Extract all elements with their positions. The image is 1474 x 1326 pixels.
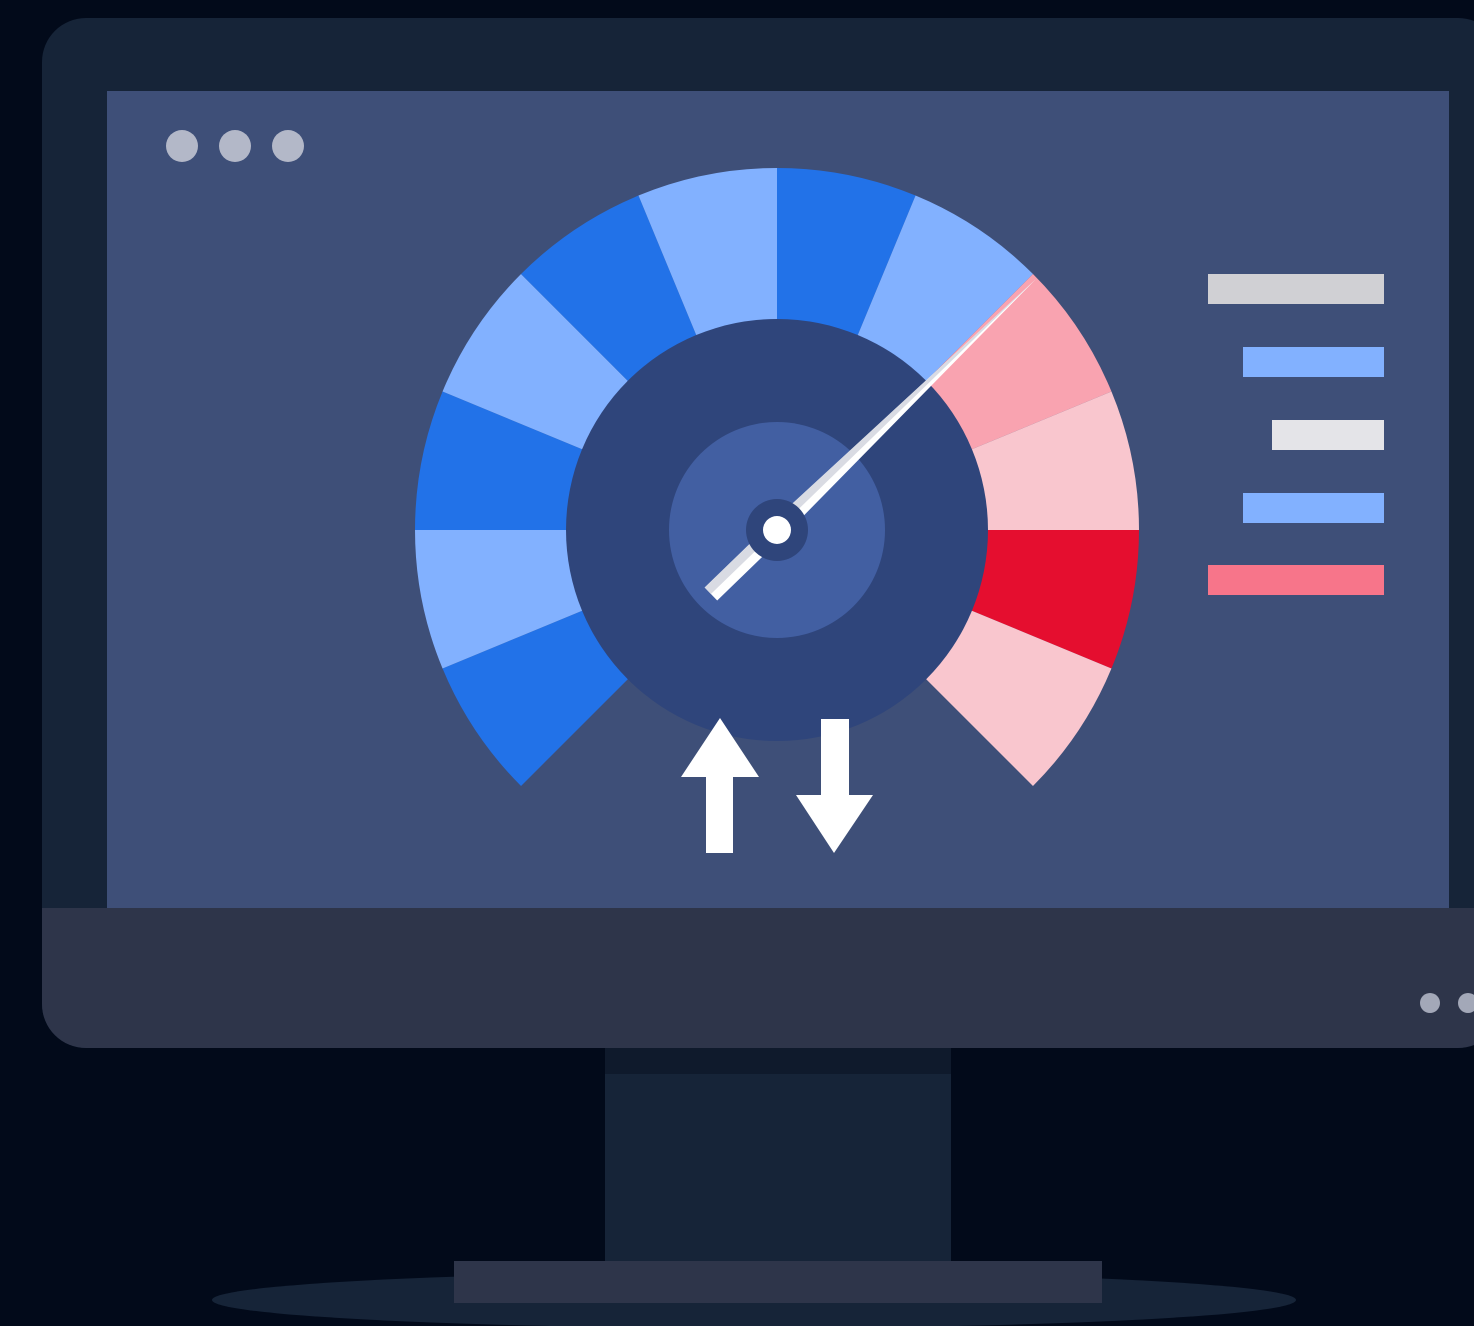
- needle-pivot: [763, 516, 791, 544]
- speed-gauge: [415, 168, 1139, 853]
- monitor-illustration: [0, 0, 1474, 1326]
- arrow-down-icon: [796, 719, 873, 853]
